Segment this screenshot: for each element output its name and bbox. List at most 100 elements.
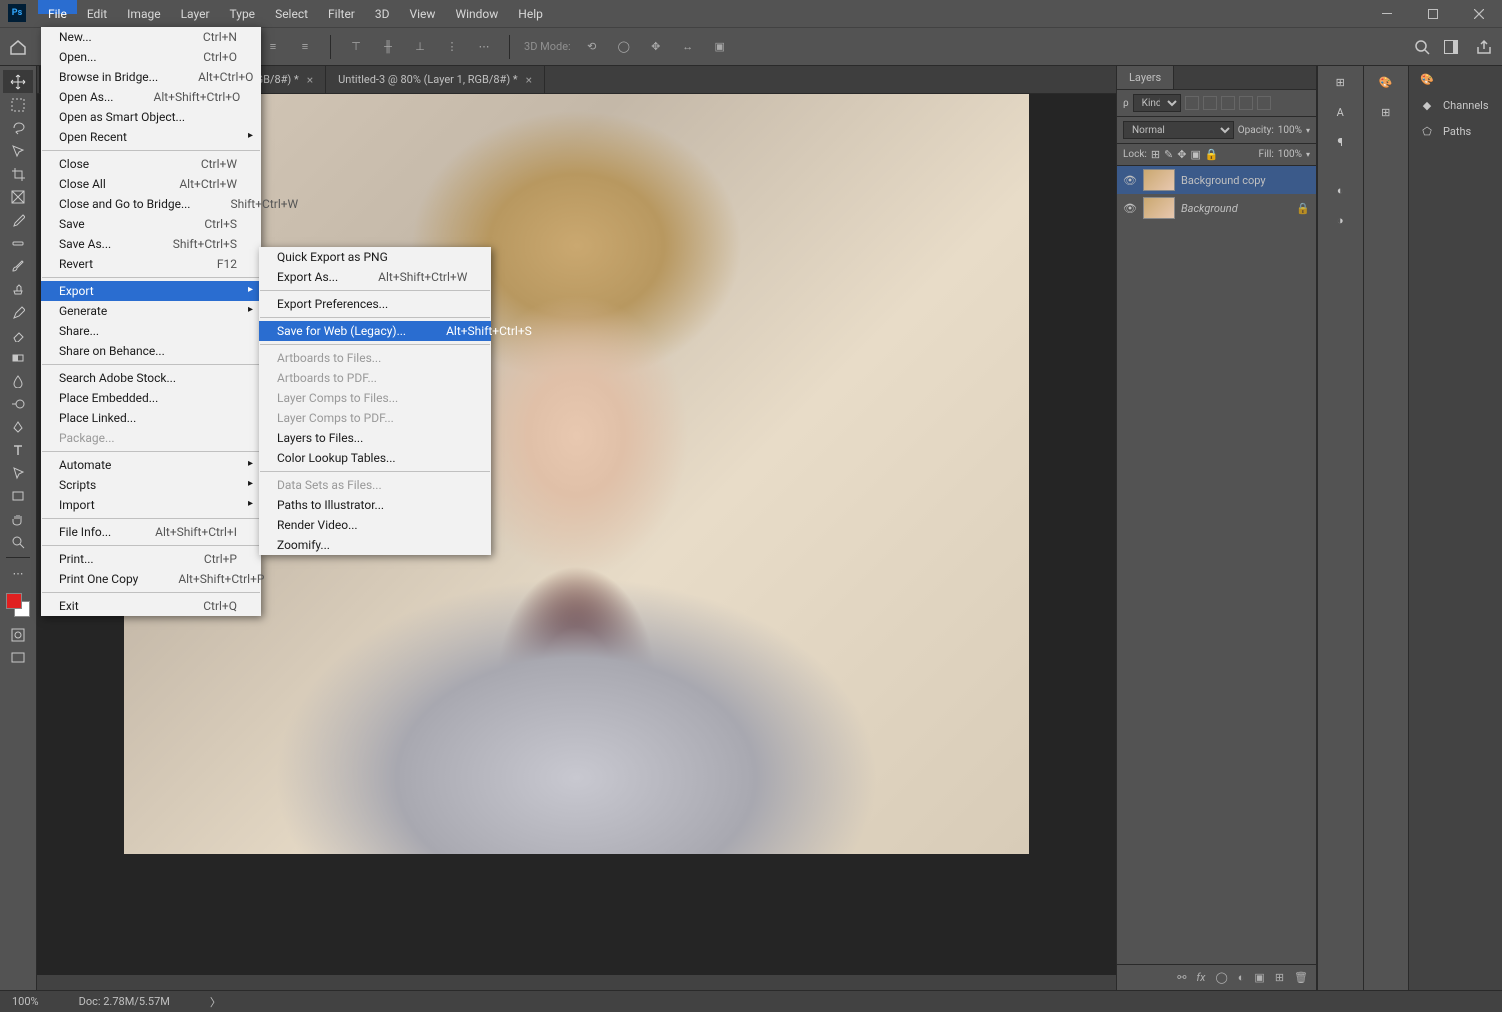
rectangle-tool[interactable]	[3, 484, 33, 507]
menu-item[interactable]: Search Adobe Stock...	[41, 368, 261, 388]
menu-item[interactable]: Close and Go to Bridge...Shift+Ctrl+W	[41, 194, 261, 214]
align-vcenter-icon[interactable]: ╫	[377, 36, 399, 58]
hand-tool[interactable]	[3, 507, 33, 530]
menu-select[interactable]: Select	[265, 0, 318, 14]
filter-adjust-icon[interactable]	[1203, 96, 1217, 110]
3d-pan-icon[interactable]: ✥	[645, 36, 667, 58]
minimize-button[interactable]	[1364, 0, 1410, 27]
healing-brush-tool[interactable]	[3, 231, 33, 254]
blur-tool[interactable]	[3, 369, 33, 392]
maximize-button[interactable]	[1410, 0, 1456, 27]
menu-item[interactable]: RevertF12	[41, 254, 261, 274]
lock-artboard-icon[interactable]: ▣	[1190, 148, 1200, 161]
fill-value[interactable]: 100%	[1278, 149, 1302, 160]
gradient-tool[interactable]	[3, 346, 33, 369]
adjustments-icon[interactable]: ◐	[1326, 178, 1354, 202]
menu-item[interactable]: Open As...Alt+Shift+Ctrl+O	[41, 87, 261, 107]
crop-tool[interactable]	[3, 162, 33, 185]
menu-item[interactable]: Open...Ctrl+O	[41, 47, 261, 67]
3d-camera-icon[interactable]: ▣	[709, 36, 731, 58]
layers-kind-select[interactable]: Kind	[1133, 94, 1181, 112]
lock-all-icon[interactable]: 🔒	[1205, 148, 1219, 161]
more-align-icon[interactable]: ⋯	[473, 36, 495, 58]
menu-item[interactable]: Place Embedded...	[41, 388, 261, 408]
menu-item[interactable]: Save for Web (Legacy)...Alt+Shift+Ctrl+S	[259, 321, 491, 341]
menu-item[interactable]: Export As...Alt+Shift+Ctrl+W	[259, 267, 491, 287]
menu-item[interactable]: Export Preferences...	[259, 294, 491, 314]
visibility-icon[interactable]: 👁	[1123, 174, 1137, 187]
styles-icon[interactable]: ◑	[1326, 208, 1354, 232]
menu-layer[interactable]: Layer	[171, 0, 220, 14]
menu-item[interactable]: Zoomify...	[259, 535, 491, 555]
menu-help[interactable]: Help	[508, 0, 553, 14]
zoom-level[interactable]: 100%	[12, 995, 39, 1008]
menu-item[interactable]: Print One CopyAlt+Shift+Ctrl+P	[41, 569, 261, 589]
new-layer-icon[interactable]: ⊞	[1275, 971, 1284, 984]
layer-row[interactable]: 👁Background copy	[1117, 166, 1316, 194]
document-tab[interactable]: Untitled-3 @ 80% (Layer 1, RGB/8#) *×	[326, 66, 545, 93]
layer-thumbnail[interactable]	[1143, 169, 1175, 191]
quick-mask-icon[interactable]	[3, 623, 33, 646]
edit-toolbar-icon[interactable]: ⋯	[3, 562, 33, 585]
paragraph-icon[interactable]: ¶	[1326, 130, 1354, 154]
menu-item[interactable]: Export	[41, 281, 261, 301]
layer-row[interactable]: 👁Background🔒	[1117, 194, 1316, 222]
menu-item[interactable]: Generate	[41, 301, 261, 321]
3d-roll-icon[interactable]: ◯	[613, 36, 635, 58]
brush-tool[interactable]	[3, 254, 33, 277]
menu-window[interactable]: Window	[445, 0, 508, 14]
menu-edit[interactable]: Edit	[77, 0, 117, 14]
mask-icon[interactable]: ◯	[1215, 971, 1227, 984]
visibility-icon[interactable]: 👁	[1123, 202, 1137, 215]
type-tool[interactable]	[3, 438, 33, 461]
properties-icon[interactable]: ⊞	[1326, 70, 1354, 94]
lasso-tool[interactable]	[3, 116, 33, 139]
menu-item[interactable]: Render Video...	[259, 515, 491, 535]
distribute-icon[interactable]: ⋮	[441, 36, 463, 58]
align-top-icon[interactable]: ⊤	[345, 36, 367, 58]
menu-view[interactable]: View	[400, 0, 446, 14]
menu-item[interactable]: Close AllAlt+Ctrl+W	[41, 174, 261, 194]
character-icon[interactable]: A	[1326, 100, 1354, 124]
doc-size[interactable]: Doc: 2.78M/5.57M	[79, 995, 170, 1008]
3d-orbit-icon[interactable]: ⟲	[581, 36, 603, 58]
menu-item[interactable]: CloseCtrl+W	[41, 154, 261, 174]
align-bottom-icon[interactable]: ⊥	[409, 36, 431, 58]
align-stretch-icon[interactable]: ≡	[294, 36, 316, 58]
horizontal-scrollbar[interactable]	[37, 975, 1116, 990]
color-swatch[interactable]	[6, 593, 30, 617]
quick-select-tool[interactable]	[3, 139, 33, 162]
close-tab-icon[interactable]: ×	[526, 73, 532, 87]
pen-tool[interactable]	[3, 415, 33, 438]
filter-pixel-icon[interactable]	[1185, 96, 1199, 110]
move-tool[interactable]	[3, 70, 33, 93]
filter-smart-icon[interactable]	[1257, 96, 1271, 110]
blend-mode-select[interactable]: Normal	[1123, 121, 1234, 139]
lock-position-icon[interactable]: ✥	[1177, 148, 1186, 161]
home-icon[interactable]	[8, 37, 28, 57]
menu-image[interactable]: Image	[117, 0, 170, 14]
zoom-tool[interactable]	[3, 530, 33, 553]
workspace-switcher-icon[interactable]	[1444, 40, 1462, 54]
menu-item[interactable]: Automate	[41, 455, 261, 475]
menu-item[interactable]: Print...Ctrl+P	[41, 549, 261, 569]
link-layers-icon[interactable]: ⚯	[1177, 971, 1186, 984]
color-icon[interactable]: 🎨	[1372, 70, 1400, 94]
close-tab-icon[interactable]: ×	[307, 73, 313, 87]
layer-thumbnail[interactable]	[1143, 197, 1175, 219]
panel-channels[interactable]: ◆Channels	[1409, 92, 1502, 118]
filter-shape-icon[interactable]	[1239, 96, 1253, 110]
menu-item[interactable]: New...Ctrl+N	[41, 27, 261, 47]
menu-item[interactable]: Share on Behance...	[41, 341, 261, 361]
menu-item[interactable]: ExitCtrl+Q	[41, 596, 261, 616]
menu-item[interactable]: Scripts	[41, 475, 261, 495]
swatches-icon[interactable]: ⊞	[1372, 100, 1400, 124]
dodge-tool[interactable]	[3, 392, 33, 415]
share-icon[interactable]	[1476, 39, 1492, 55]
path-select-tool[interactable]	[3, 461, 33, 484]
menu-item[interactable]: File Info...Alt+Shift+Ctrl+I	[41, 522, 261, 542]
marquee-tool[interactable]	[3, 93, 33, 116]
tab-layers[interactable]: Layers	[1117, 66, 1174, 89]
3d-slide-icon[interactable]: ↔	[677, 36, 699, 58]
clone-stamp-tool[interactable]	[3, 277, 33, 300]
